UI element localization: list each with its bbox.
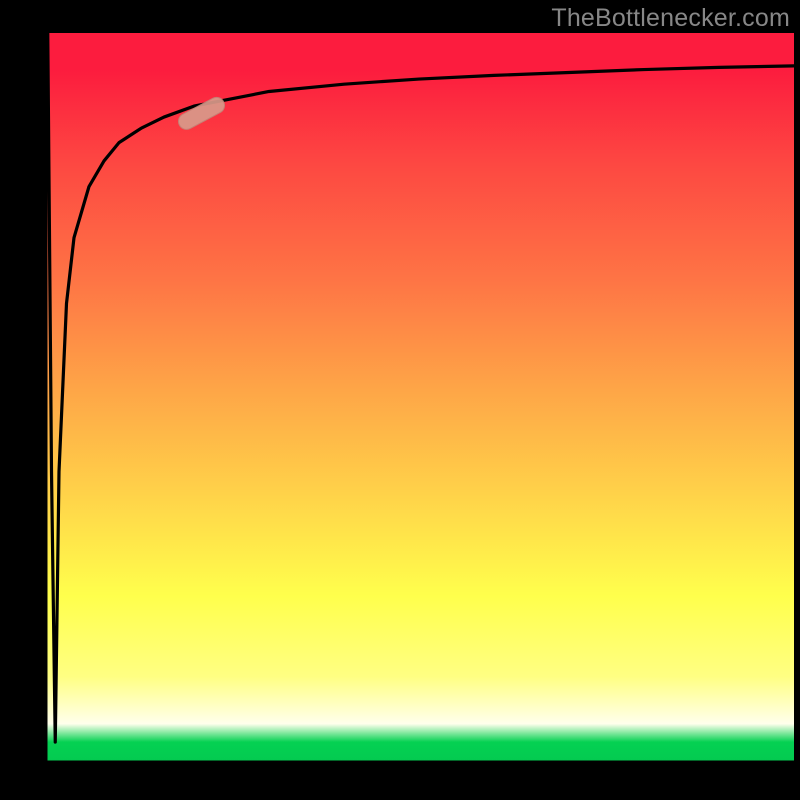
axes-layer (0, 0, 800, 800)
watermark-text: TheBottlenecker.com (551, 4, 790, 33)
chart-container: TheBottlenecker.com (0, 0, 800, 800)
